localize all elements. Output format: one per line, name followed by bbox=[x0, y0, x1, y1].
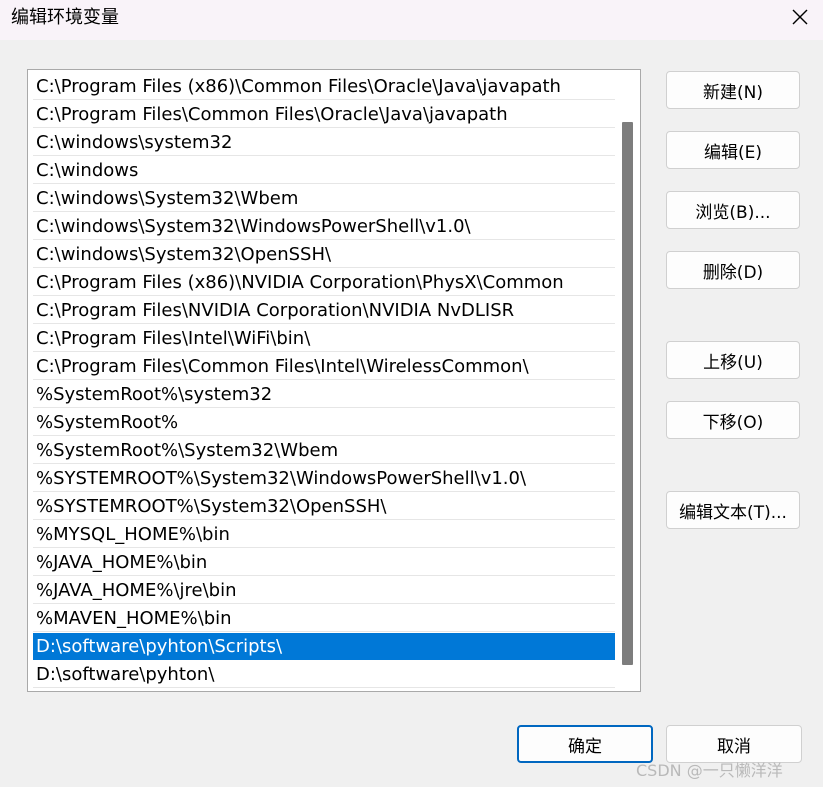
path-list-item[interactable]: C:\Program Files\Intel\WiFi\bin\ bbox=[33, 325, 615, 352]
watermark: CSDN @一只懒洋洋 bbox=[636, 761, 783, 780]
path-list[interactable]: C:\Program Files (x86)\Common Files\Orac… bbox=[27, 69, 641, 692]
window-title: 编辑环境变量 bbox=[11, 7, 119, 28]
path-list-item[interactable]: %SystemRoot%\system32 bbox=[33, 381, 615, 408]
path-list-item[interactable]: C:\windows\system32 bbox=[33, 129, 615, 156]
path-list-item[interactable]: %JAVA_HOME%\bin bbox=[33, 549, 615, 576]
edit-button[interactable]: 编辑(E) bbox=[666, 131, 800, 169]
ok-button[interactable]: 确定 bbox=[517, 725, 653, 763]
delete-button[interactable]: 删除(D) bbox=[666, 251, 800, 289]
path-list-item[interactable]: D:\software\pyhton\ bbox=[33, 661, 615, 688]
path-list-scrollbar[interactable] bbox=[622, 122, 633, 665]
path-list-item[interactable]: %SYSTEMROOT%\System32\WindowsPowerShell\… bbox=[33, 465, 615, 492]
path-list-item[interactable]: C:\Program Files\NVIDIA Corporation\NVID… bbox=[33, 297, 615, 324]
new-button[interactable]: 新建(N) bbox=[666, 71, 800, 109]
path-list-item[interactable]: C:\Program Files\Common Files\Intel\Wire… bbox=[33, 353, 615, 380]
title-bar: 编辑环境变量 bbox=[0, 0, 823, 40]
path-list-item[interactable]: %JAVA_HOME%\jre\bin bbox=[33, 577, 615, 604]
path-list-item[interactable]: C:\windows\System32\OpenSSH\ bbox=[33, 241, 615, 268]
path-list-item[interactable]: %SystemRoot% bbox=[33, 409, 615, 436]
path-list-item[interactable]: %MAVEN_HOME%\bin bbox=[33, 605, 615, 632]
close-button[interactable] bbox=[777, 0, 823, 34]
path-list-item[interactable]: C:\windows bbox=[33, 157, 615, 184]
browse-button[interactable]: 浏览(B)... bbox=[666, 191, 800, 229]
move-up-button[interactable]: 上移(U) bbox=[666, 341, 800, 379]
path-list-item[interactable]: %SystemRoot%\System32\Wbem bbox=[33, 437, 615, 464]
path-list-item[interactable]: C:\Program Files (x86)\NVIDIA Corporatio… bbox=[33, 269, 615, 296]
move-down-button[interactable]: 下移(O) bbox=[666, 401, 800, 439]
path-list-item[interactable]: C:\windows\System32\WindowsPowerShell\v1… bbox=[33, 213, 615, 240]
path-list-item[interactable]: C:\windows\System32\Wbem bbox=[33, 185, 615, 212]
path-list-item-selected[interactable]: D:\software\pyhton\Scripts\ bbox=[33, 633, 615, 660]
path-list-item[interactable]: C:\Program Files (x86)\Common Files\Orac… bbox=[33, 73, 615, 100]
close-icon bbox=[792, 9, 808, 25]
edit-text-button[interactable]: 编辑文本(T)... bbox=[666, 491, 800, 529]
path-list-item[interactable]: %SYSTEMROOT%\System32\OpenSSH\ bbox=[33, 493, 615, 520]
path-list-item[interactable]: C:\Program Files\Common Files\Oracle\Jav… bbox=[33, 101, 615, 128]
path-list-item[interactable]: %MYSQL_HOME%\bin bbox=[33, 521, 615, 548]
